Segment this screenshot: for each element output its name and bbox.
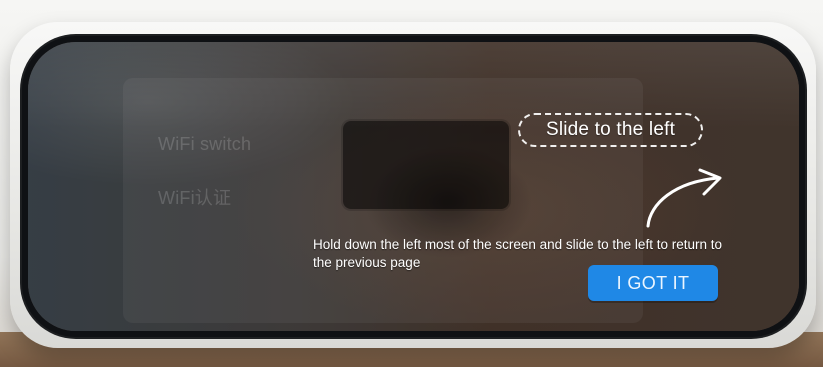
slide-hint-title: Slide to the left xyxy=(545,119,676,140)
slide-hint-pill: Slide to the left xyxy=(518,113,703,147)
curved-arrow-right-icon xyxy=(646,168,722,228)
got-it-button[interactable]: I GOT IT xyxy=(588,265,718,301)
device-screen: WiFi switch WiFi认证 Slide to the left Hol… xyxy=(28,42,799,331)
